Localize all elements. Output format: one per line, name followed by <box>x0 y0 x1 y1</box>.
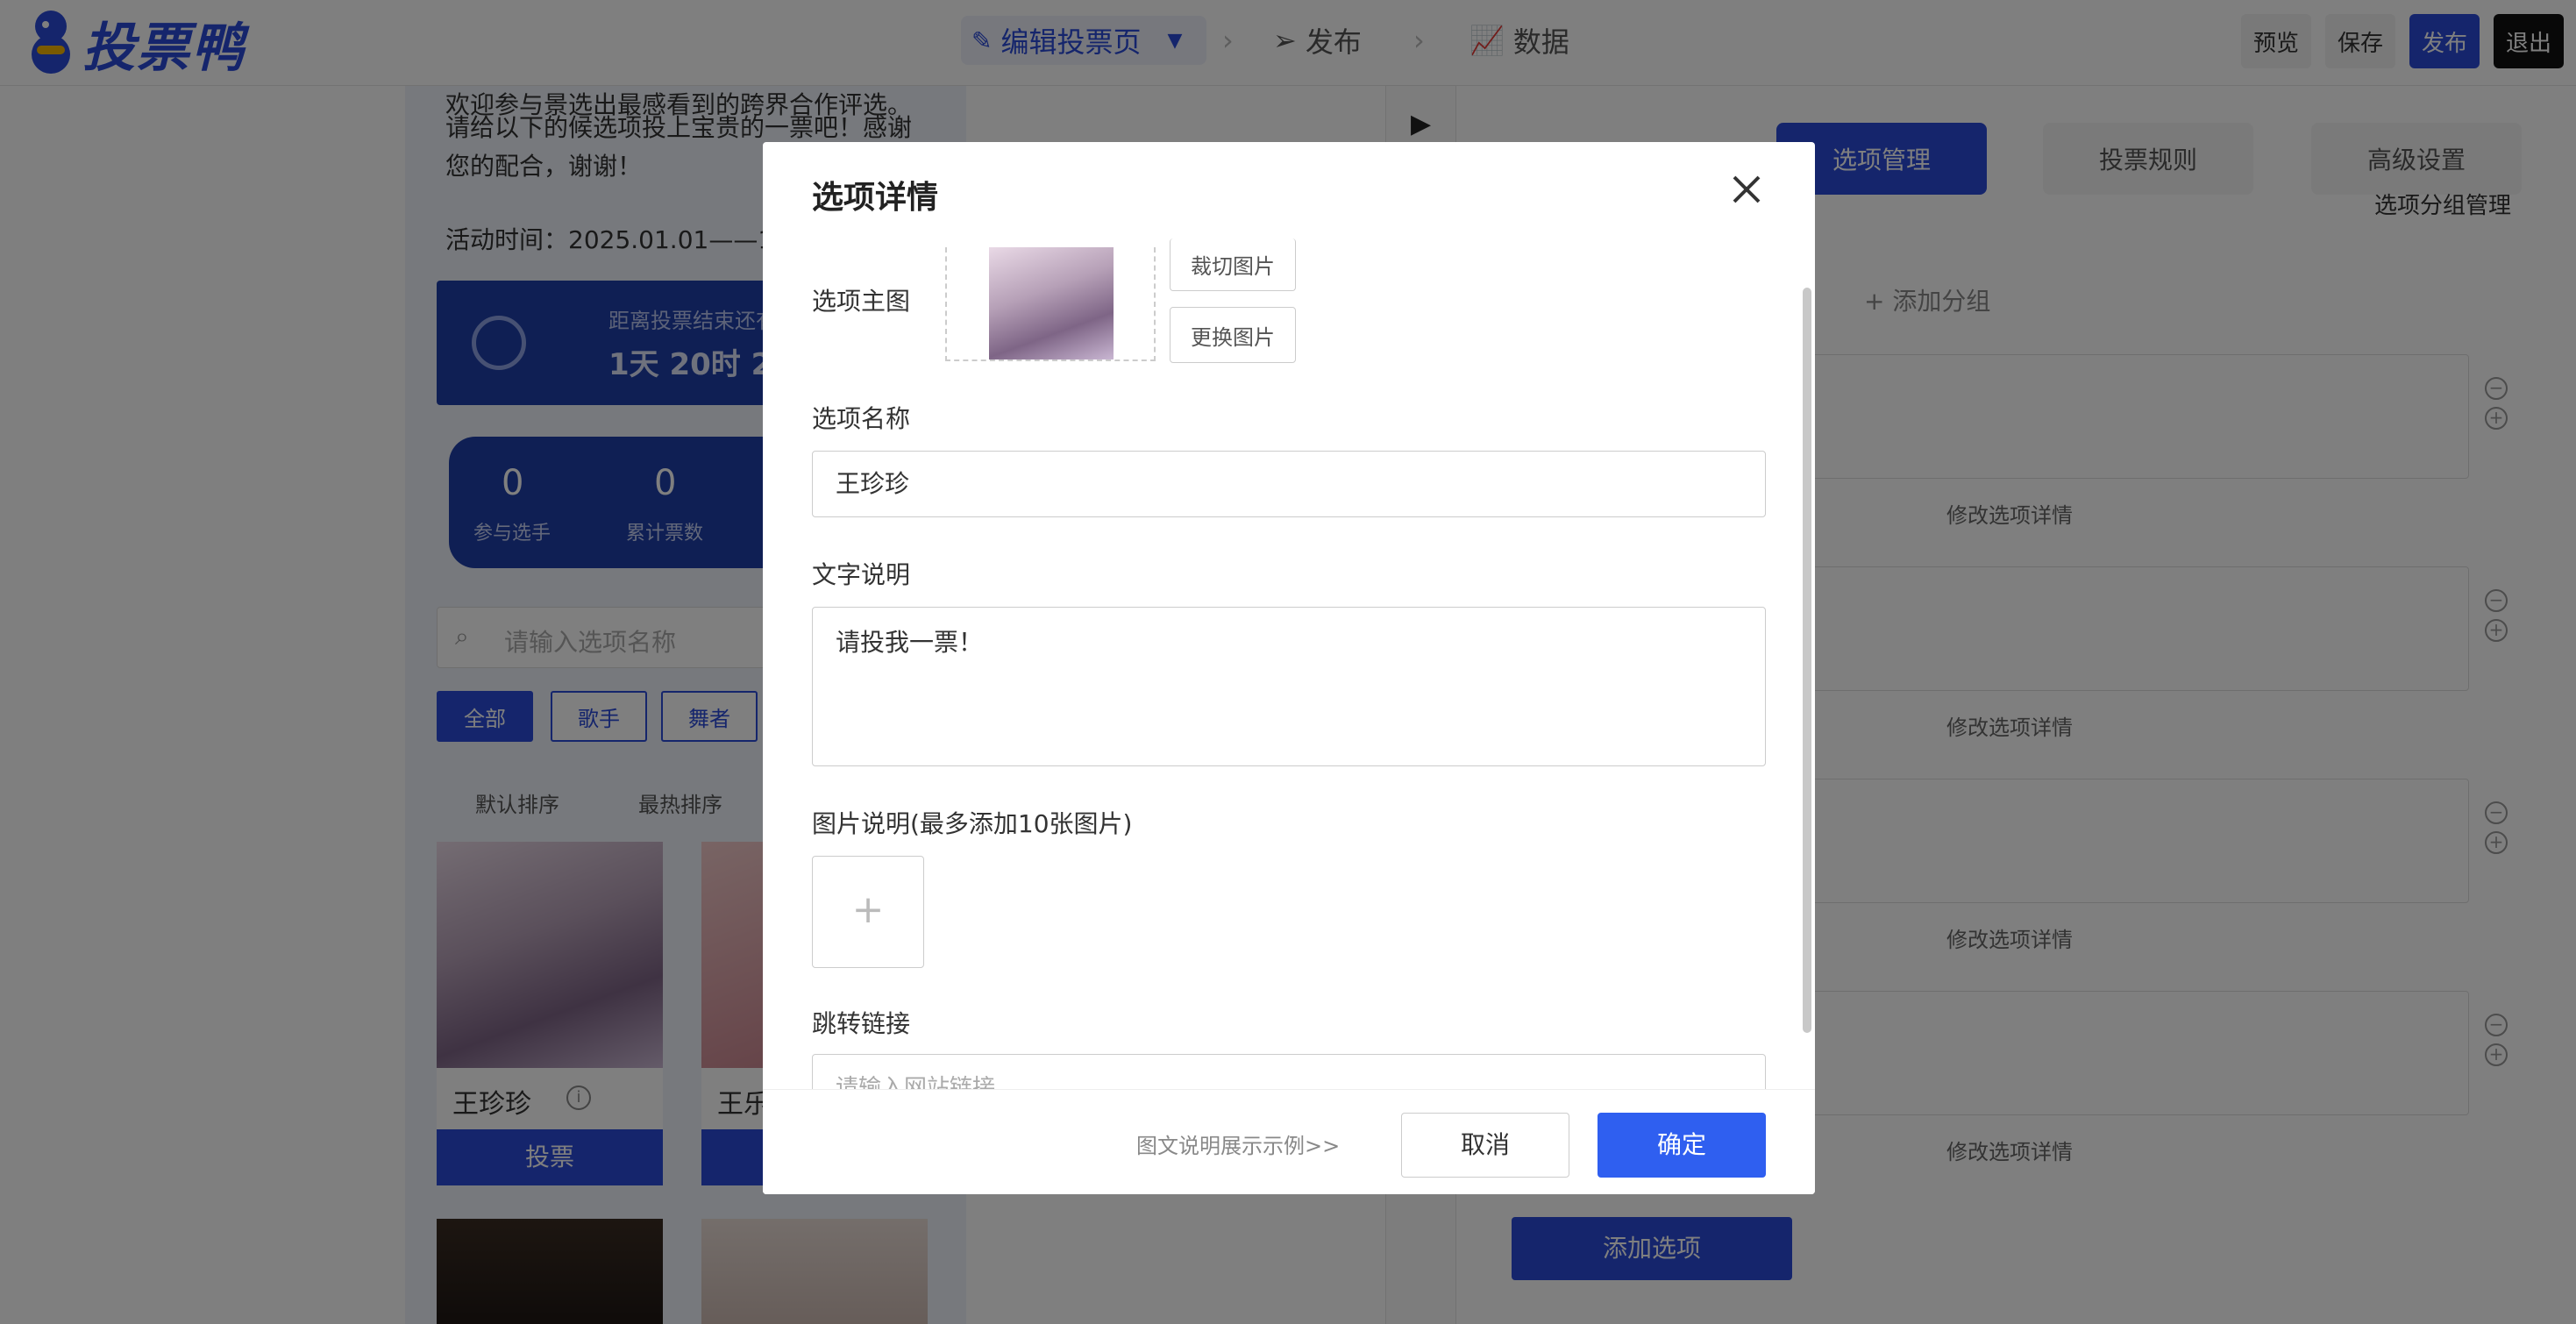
description-textarea[interactable]: 请投我一票！ <box>812 607 1766 766</box>
main-image-label: 选项主图 <box>812 287 911 316</box>
close-icon[interactable] <box>1727 170 1766 209</box>
modal-footer: 图文说明展示示例>> 取消 确定 <box>763 1089 1815 1194</box>
modal-scrollbar[interactable] <box>1803 288 1811 1033</box>
name-label: 选项名称 <box>812 404 911 433</box>
modal-title: 选项详情 <box>812 180 939 216</box>
crop-image-button[interactable]: 裁切图片 <box>1170 238 1296 291</box>
example-link[interactable]: 图文说明展示示例>> <box>1136 1128 1340 1159</box>
desc-label: 文字说明 <box>812 560 911 589</box>
add-image-plus-icon[interactable]: + <box>812 856 924 968</box>
replace-image-button[interactable]: 更换图片 <box>1170 307 1296 363</box>
main-image-upload[interactable] <box>945 247 1156 361</box>
option-detail-modal: 选项详情 选项主图 裁切图片 更换图片 选项名称 王珍珍 文字说明 请投我一票！… <box>763 142 1815 1194</box>
option-name-input[interactable]: 王珍珍 <box>812 451 1766 517</box>
main-image-thumbnail <box>989 247 1114 359</box>
confirm-button[interactable]: 确定 <box>1598 1113 1766 1178</box>
link-label: 跳转链接 <box>812 1009 911 1038</box>
images-label: 图片说明(最多添加10张图片) <box>812 809 1133 838</box>
cancel-button[interactable]: 取消 <box>1401 1113 1569 1178</box>
